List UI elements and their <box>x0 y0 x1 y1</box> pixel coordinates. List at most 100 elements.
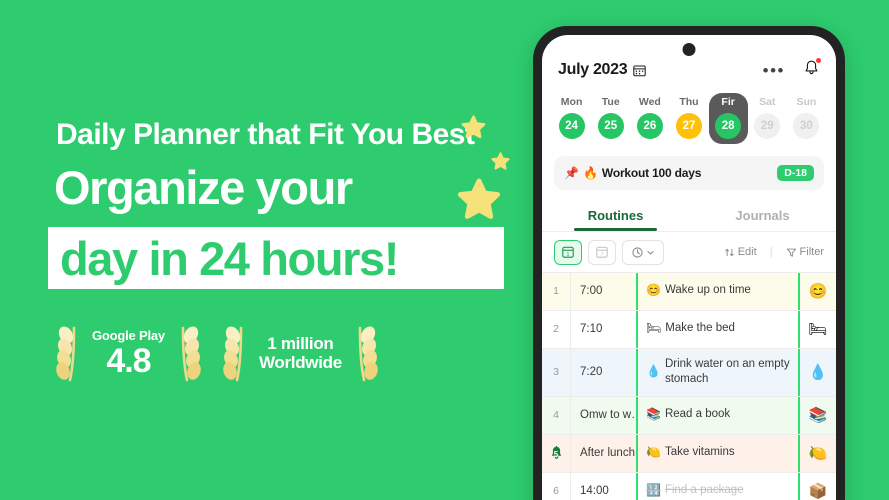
tab-routines[interactable]: Routines <box>542 199 689 231</box>
row-task[interactable]: 🔢 Find a package <box>636 472 800 500</box>
clock-icon <box>632 246 643 258</box>
row-time: Omw to w… <box>570 396 636 434</box>
more-options-icon[interactable]: ••• <box>759 60 789 81</box>
promo-headline-line2: day in 24 hours! <box>60 231 399 285</box>
award-label-google-play: Google Play <box>92 328 165 343</box>
week-calendar-icon[interactable]: 7 <box>588 239 616 265</box>
row-time: 14:00 <box>570 472 636 500</box>
svg-text:1: 1 <box>567 252 570 258</box>
week-day-date: 30 <box>793 112 820 139</box>
task-title: Read a book <box>664 408 731 421</box>
week-day-tue[interactable]: Tue 25 <box>591 93 630 144</box>
tab-journals[interactable]: Journals <box>689 199 836 231</box>
banner-title: Workout 100 days <box>601 165 702 180</box>
table-row[interactable]: 6 14:00 🔢 Find a package 📦 <box>542 472 836 500</box>
promo-panel: Daily Planner that Fit You Best Organize… <box>0 0 535 500</box>
star-icon-small-top <box>461 115 486 140</box>
task-title: Take vitamins <box>664 446 735 459</box>
task-title: Wake up on time <box>664 284 751 297</box>
task-emoji: 🍋 <box>646 445 661 460</box>
row-number: 3 <box>553 366 559 378</box>
notification-bell-icon[interactable] <box>803 58 821 81</box>
pinned-challenge-banner[interactable]: 📌 🔥 Workout 100 days D-18 <box>554 155 824 190</box>
sort-arrows-icon <box>724 248 734 256</box>
row-time: 7:10 <box>570 310 636 348</box>
row-emoji: 😊 <box>808 283 828 300</box>
task-emoji: 🛏 <box>646 321 662 336</box>
filter-label: Filter <box>799 246 824 258</box>
svg-text:7: 7 <box>601 252 604 258</box>
table-row[interactable]: 3 7:20 💧 Drink water on an empty stomach… <box>542 348 836 397</box>
week-day-label: Fir <box>721 96 735 108</box>
week-day-selector: Mon 24 Tue 25 Wed 26 Thu 27 Fir 28 Sat 2… <box>542 89 836 154</box>
task-title: Make the bed <box>665 322 735 335</box>
week-day-date: 26 <box>636 112 663 139</box>
task-title: Drink water on an empty stomach <box>664 357 790 385</box>
content-tabs: Routines Journals <box>542 199 836 231</box>
task-title: Find a package <box>664 484 744 497</box>
tab-label: Routines <box>587 207 644 223</box>
week-day-date: 29 <box>754 112 781 139</box>
week-day-date: 27 <box>675 112 702 139</box>
row-task[interactable]: 💧 Drink water on an empty stomach <box>636 348 800 396</box>
laurel-icon-right-1 <box>173 322 207 384</box>
week-day-wed[interactable]: Wed 26 <box>630 93 669 144</box>
task-emoji: 💧 <box>646 364 661 379</box>
week-day-label: Sat <box>759 96 776 108</box>
row-number: 1 <box>553 285 559 297</box>
week-day-mon[interactable]: Mon 24 <box>552 93 591 144</box>
table-row[interactable]: 4 Omw to w… 📚 Read a book 📚 <box>542 396 836 435</box>
task-emoji: 🔢 <box>646 483 661 498</box>
row-emoji: 📦 <box>808 483 828 500</box>
edit-label: Edit <box>737 246 757 258</box>
week-day-date: 24 <box>558 112 585 139</box>
tab-label: Journals <box>735 207 790 223</box>
phone-screen: July 2023 ••• Mon 24 Tue 25 Wed 26 Thu 2… <box>542 35 836 500</box>
row-number: 6 <box>553 485 559 497</box>
row-task[interactable]: 📚 Read a book <box>636 396 800 434</box>
calendar-icon[interactable] <box>633 64 647 77</box>
chevron-down-icon <box>647 250 654 254</box>
time-filter-button[interactable] <box>622 239 664 265</box>
row-number: 2 <box>553 323 559 335</box>
laurel-icon-right-2 <box>350 322 384 384</box>
table-row[interactable]: 2 7:10 🛏 Make the bed 🛏 <box>542 310 836 349</box>
week-day-fri-selected[interactable]: Fir 28 <box>708 93 748 144</box>
award-google-play: Google Play 4.8 <box>84 328 173 378</box>
alarm-count: 5 <box>553 450 559 459</box>
laurel-icon-left-2 <box>217 322 251 384</box>
table-row[interactable]: 5 After lunch 🍋 Take vitamins 🍋 <box>542 434 836 473</box>
funnel-icon <box>786 248 796 257</box>
notification-badge-dot <box>816 58 821 63</box>
week-day-date: 28 <box>715 112 742 139</box>
week-day-thu[interactable]: Thu 27 <box>669 93 708 144</box>
list-toolbar: 1 7 Edit | Filter <box>542 232 836 272</box>
table-row[interactable]: 1 7:00 😊 Wake up on time 😊 <box>542 272 836 311</box>
filter-button[interactable]: Filter <box>786 246 824 258</box>
row-emoji: 💧 <box>808 364 828 381</box>
pin-icon: 📌 <box>564 165 579 180</box>
laurel-icon-left-1 <box>50 322 84 384</box>
row-task[interactable]: 🍋 Take vitamins <box>636 434 800 472</box>
row-time: After lunch <box>570 434 636 472</box>
edit-button[interactable]: Edit <box>724 246 757 258</box>
week-day-label: Mon <box>560 96 583 108</box>
toolbar-divider: | <box>769 246 773 258</box>
award-users-line1: 1 million <box>267 333 334 353</box>
day-calendar-icon[interactable]: 1 <box>554 239 582 265</box>
phone-mockup: July 2023 ••• Mon 24 Tue 25 Wed 26 Thu 2… <box>533 26 845 500</box>
week-day-sun[interactable]: Sun 30 <box>787 93 826 144</box>
row-emoji: 📚 <box>808 407 828 424</box>
week-day-label: Tue <box>601 96 620 108</box>
award-users: 1 million Worldwide <box>251 334 350 372</box>
row-task[interactable]: 😊 Wake up on time <box>636 272 800 310</box>
row-task[interactable]: 🛏 Make the bed <box>636 310 800 348</box>
row-alarm-indicator[interactable]: 5 <box>542 435 570 472</box>
row-time: 7:20 <box>570 348 636 396</box>
week-day-sat[interactable]: Sat 29 <box>748 93 787 144</box>
star-icon-large <box>457 178 501 222</box>
award-users-line2: Worldwide <box>258 353 342 372</box>
task-emoji: 😊 <box>646 283 661 298</box>
week-day-date: 25 <box>597 112 624 139</box>
row-time: 7:00 <box>570 272 636 310</box>
